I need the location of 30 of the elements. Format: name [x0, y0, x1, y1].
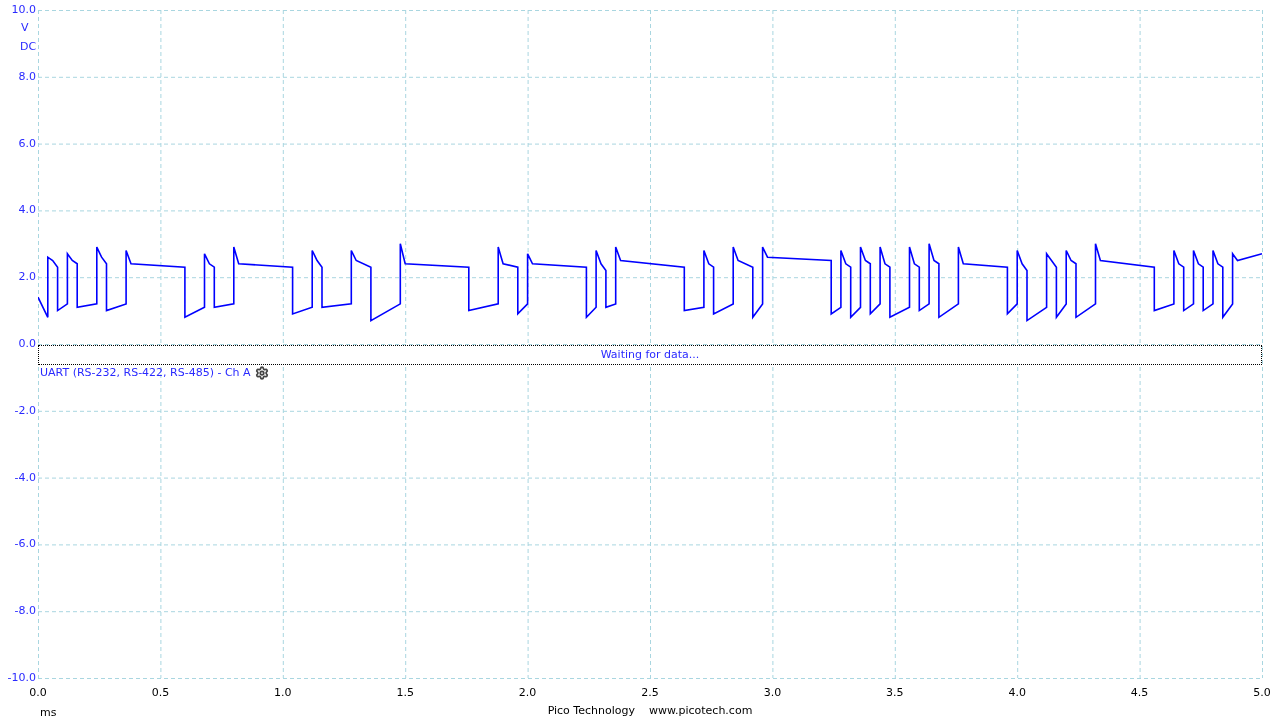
coupling-label: DC	[20, 40, 37, 53]
y-axis-label: -6.0	[13, 537, 36, 551]
y-axis-label: 10.0	[10, 3, 36, 16]
x-axis-label: 3.5	[885, 686, 905, 699]
x-axis-label: 4.0	[1007, 686, 1027, 699]
x-axis-label: 5.0	[1252, 686, 1272, 699]
y-axis-label: -2.0	[13, 403, 36, 417]
x-axis-label: 1.0	[273, 686, 293, 699]
x-axis-unit: ms	[40, 706, 57, 719]
y-axis-label: -4.0	[13, 470, 36, 484]
x-axis-label: 2.0	[517, 686, 538, 699]
x-axis-label: 2.5	[640, 686, 660, 699]
x-axis-label: 4.5	[1129, 686, 1150, 699]
y-axis-label: 2.0	[17, 270, 36, 284]
x-axis-label: 0.0	[28, 686, 48, 699]
x-axis-label: 0.5	[150, 686, 171, 699]
decoder-status-bar: Waiting for data...	[38, 345, 1262, 365]
y-axis-label: 6.0	[17, 136, 36, 150]
y-axis-label: 0.0	[17, 337, 36, 350]
y-axis-label: -8.0	[13, 604, 36, 618]
settings-icon[interactable]	[254, 366, 269, 380]
x-axis-label: 3.0	[762, 686, 783, 699]
y-axis-label: 8.0	[17, 69, 36, 83]
company-name: Pico Technology	[547, 704, 635, 718]
decoder-label: UART (RS-232, RS-422, RS-485) - Ch A	[40, 366, 251, 380]
y-axis-unit: V	[21, 21, 29, 34]
x-axis-label: 1.5	[395, 686, 415, 699]
y-axis-label: -10.0	[6, 671, 36, 684]
website-text: www.picotech.com	[648, 704, 753, 718]
y-axis-label: 4.0	[17, 203, 36, 217]
